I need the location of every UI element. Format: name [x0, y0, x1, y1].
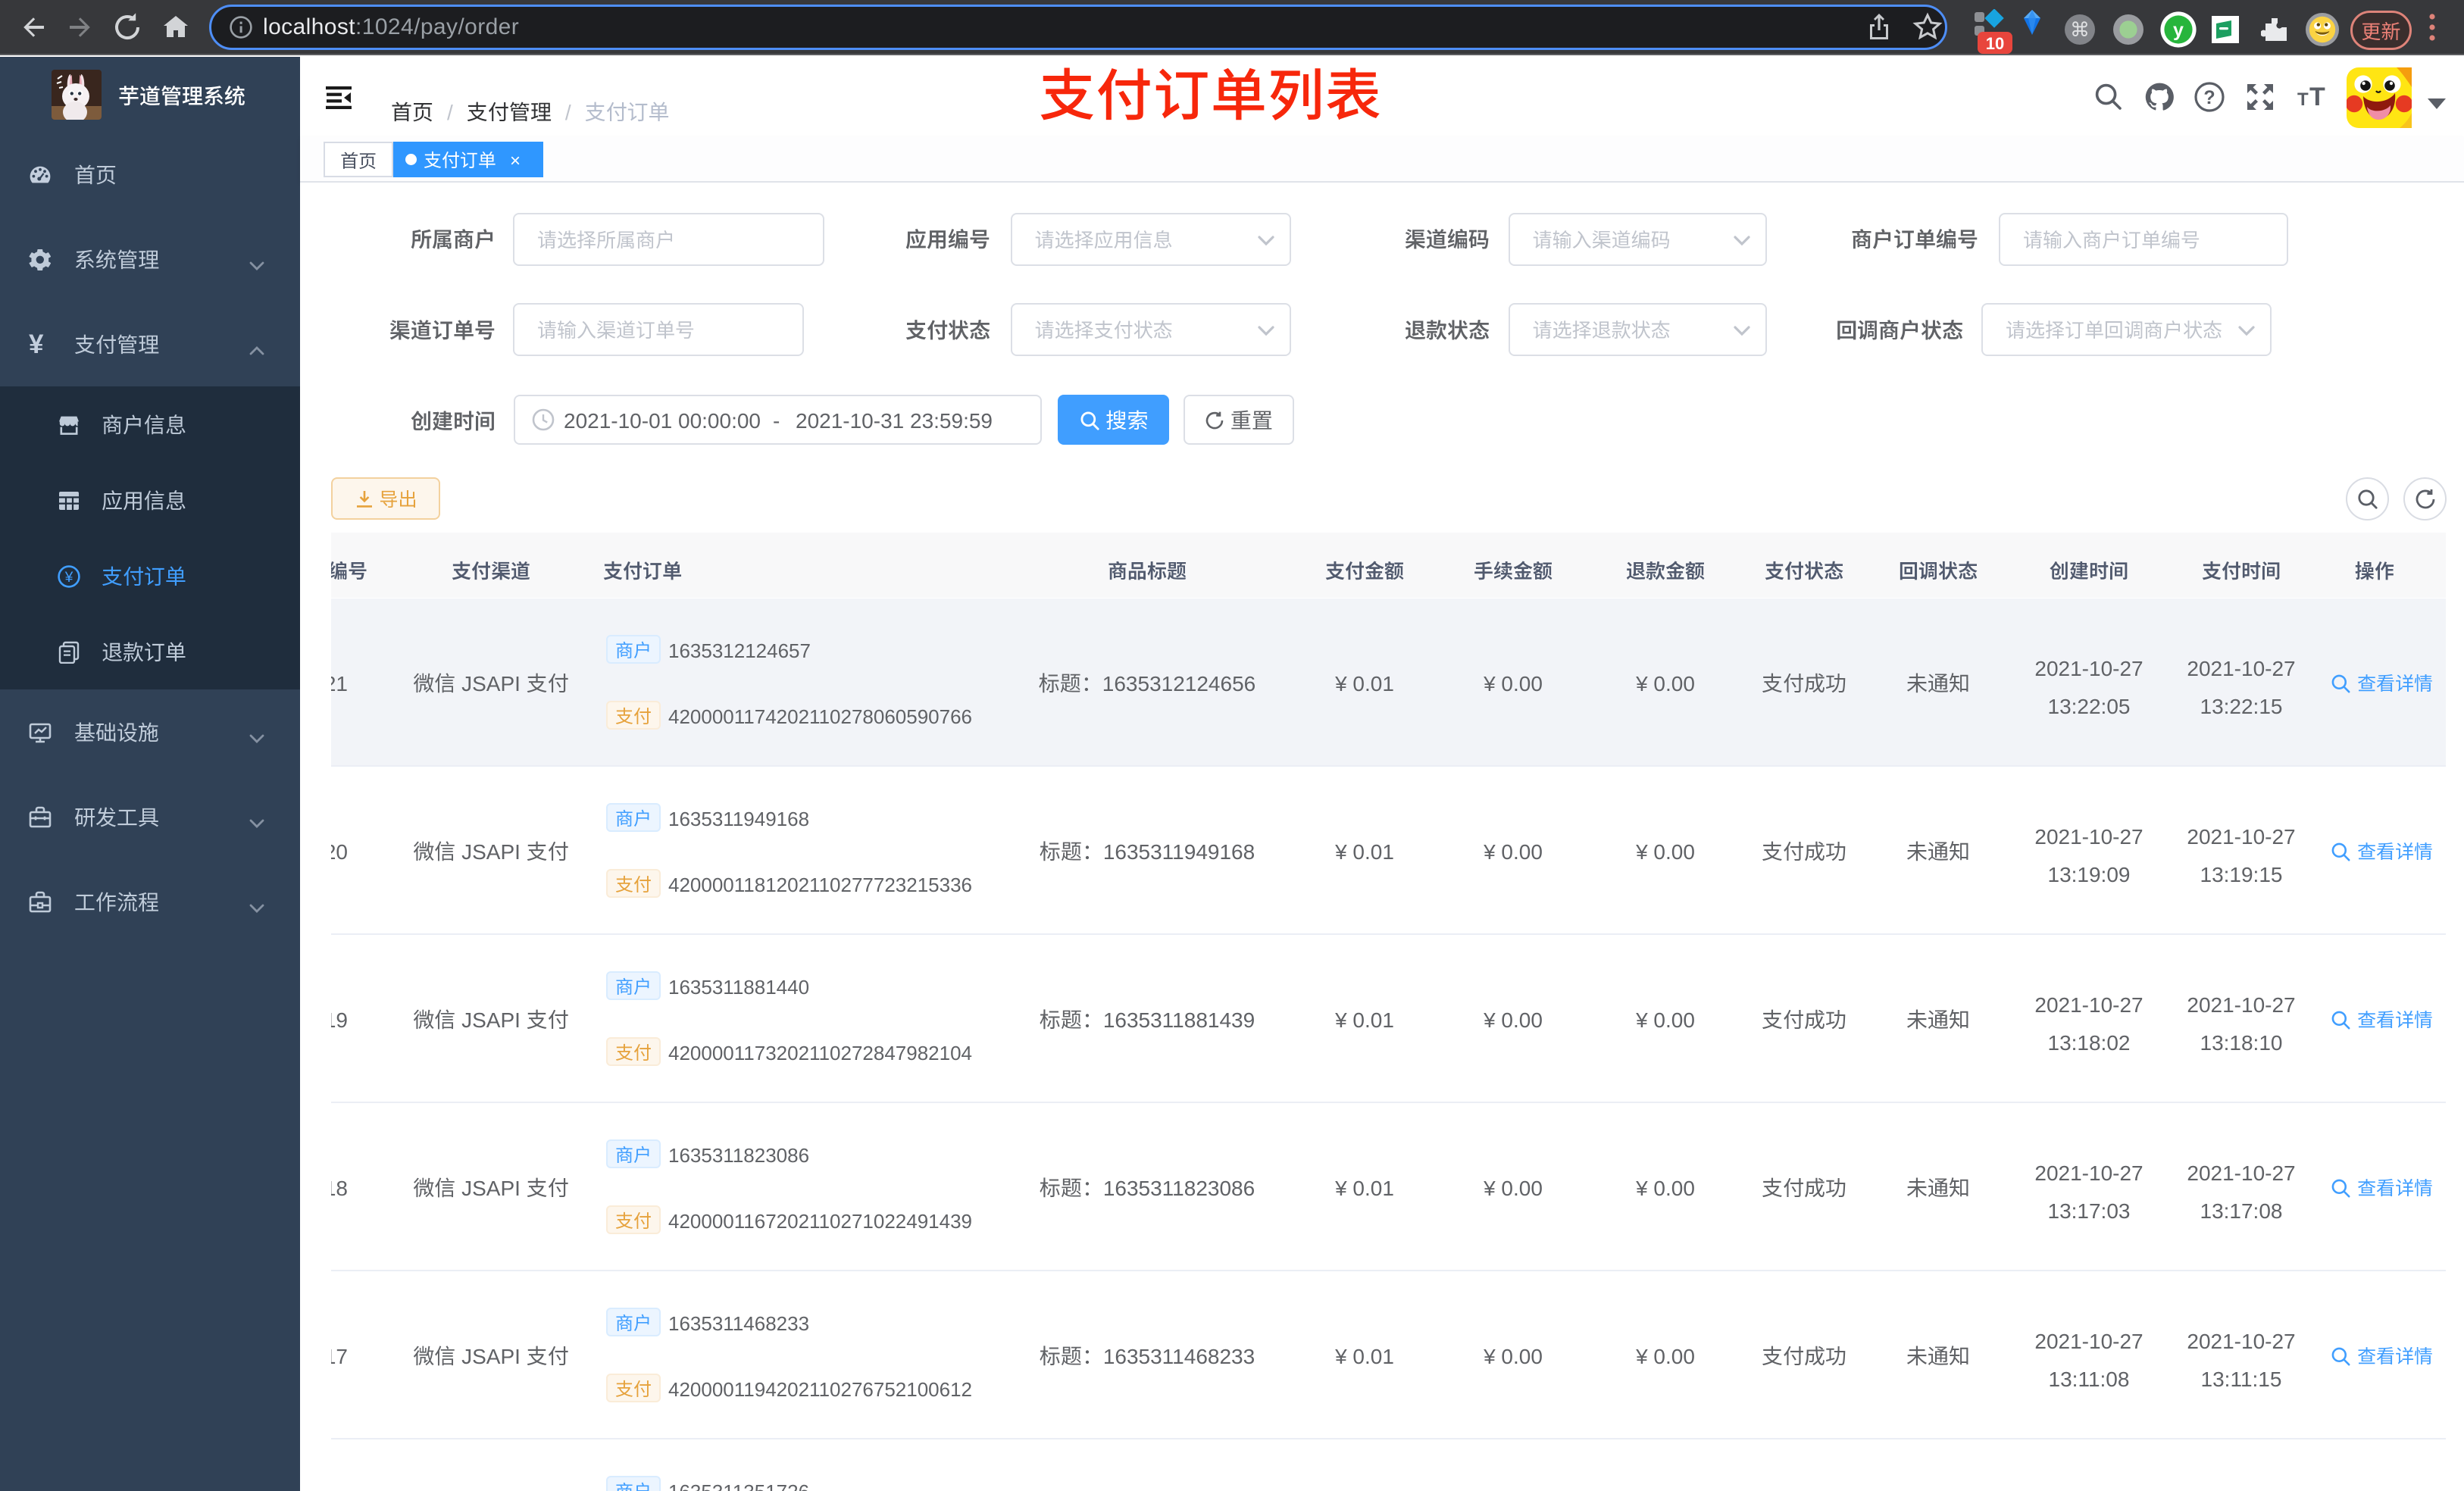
- svg-text:T: T: [2297, 89, 2309, 110]
- svg-text:?: ?: [2203, 87, 2215, 108]
- svg-text:10: 10: [1986, 34, 2004, 53]
- svg-text:⌘: ⌘: [2070, 18, 2090, 41]
- svg-text:y: y: [2173, 20, 2184, 41]
- svg-text:T: T: [2309, 83, 2325, 110]
- svg-text:¥: ¥: [64, 570, 73, 586]
